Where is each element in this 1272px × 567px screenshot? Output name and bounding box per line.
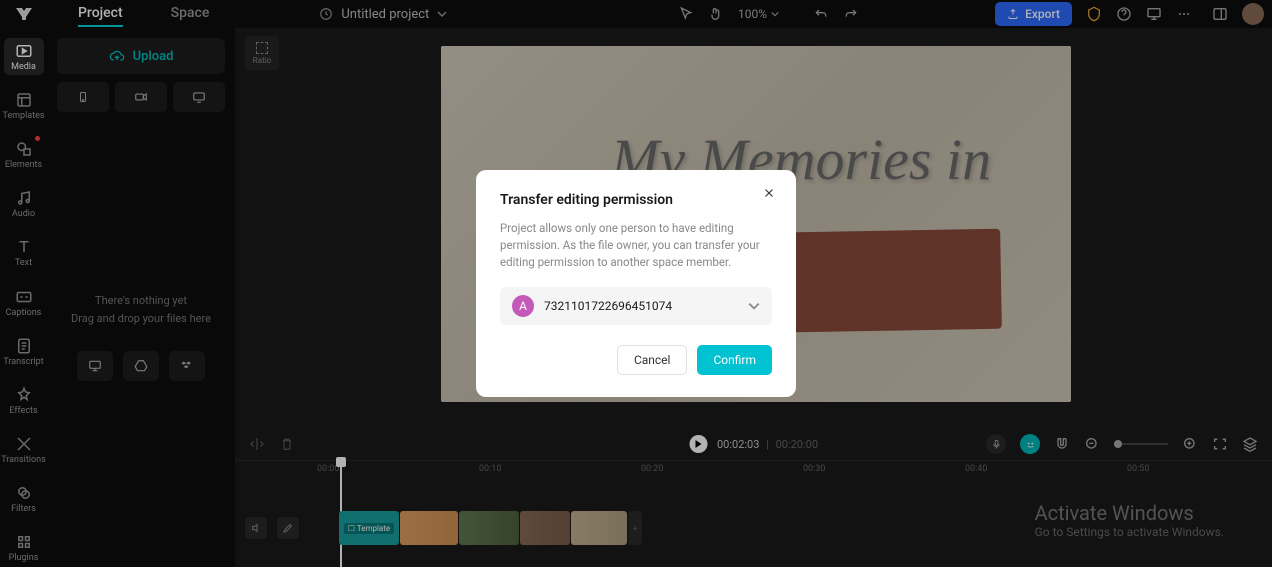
transfer-permission-modal: Transfer editing permission Project allo…	[476, 170, 796, 398]
member-name: 7321101722696451074	[544, 299, 748, 313]
close-icon	[762, 186, 776, 200]
chevron-down-icon	[748, 300, 760, 312]
confirm-button[interactable]: Confirm	[697, 345, 772, 375]
member-select-dropdown[interactable]: A 7321101722696451074	[500, 287, 772, 325]
member-avatar: A	[512, 295, 534, 317]
modal-close-button[interactable]	[762, 186, 780, 204]
modal-title: Transfer editing permission	[500, 192, 772, 208]
modal-overlay[interactable]: Transfer editing permission Project allo…	[0, 0, 1272, 567]
modal-description: Project allows only one person to have e…	[500, 220, 772, 272]
cancel-button[interactable]: Cancel	[617, 345, 688, 375]
